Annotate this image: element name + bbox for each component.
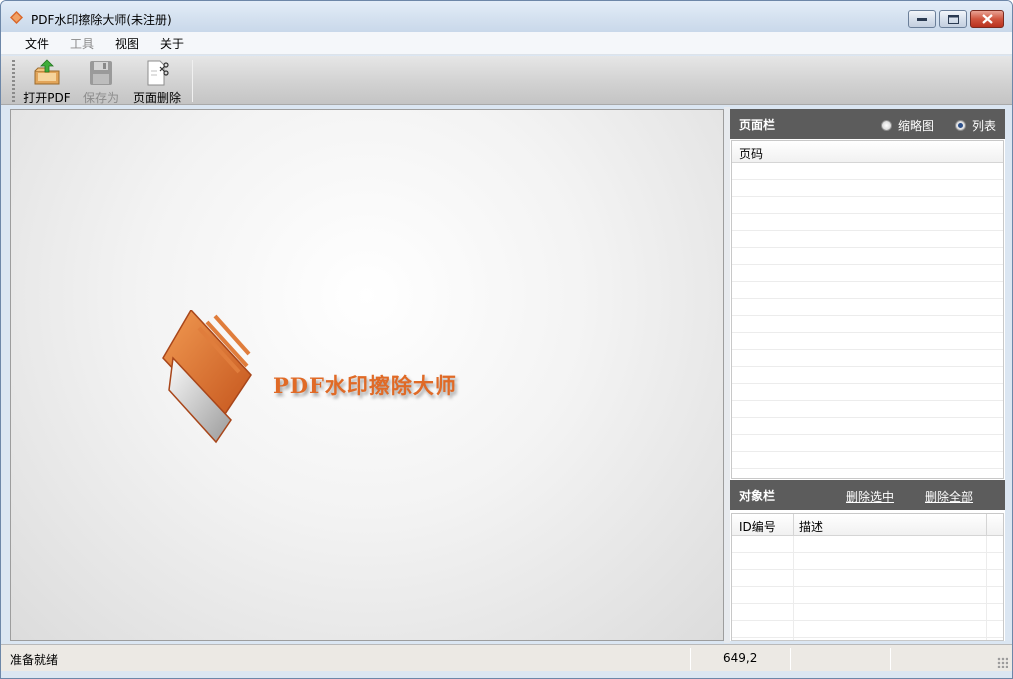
menu-bar: 文件 工具 视图 关于	[1, 32, 1012, 55]
menu-tools[interactable]: 工具	[70, 35, 94, 52]
object-list-header: ID编号 描述	[732, 514, 1003, 536]
maximize-button[interactable]	[939, 10, 967, 28]
resize-grip-icon[interactable]	[997, 657, 1008, 668]
open-pdf-label: 打开PDF	[23, 91, 71, 105]
app-window: PDF水印擦除大师(未注册) 文件 工具 视图 关于 打开PDF 保存为 页面删…	[0, 0, 1013, 679]
delete-selected-link[interactable]: 删除选中	[846, 488, 894, 505]
delete-all-link[interactable]: 删除全部	[925, 488, 973, 505]
column-page-number[interactable]: 页码	[739, 145, 763, 162]
logo-text: PDF水印擦除大师	[273, 373, 457, 398]
radio-checked-icon	[955, 120, 966, 131]
status-bar: 准备就绪 649,2	[1, 644, 1012, 671]
column-id[interactable]: ID编号	[739, 518, 776, 535]
column-description[interactable]: 描述	[799, 518, 823, 535]
page-list-header: 页码	[732, 141, 1003, 163]
document-canvas[interactable]: PDF水印擦除大师	[10, 109, 724, 641]
open-folder-icon	[34, 59, 60, 85]
object-panel-header: 对象栏 删除选中 删除全部	[730, 480, 1005, 510]
list-view-radio[interactable]: 列表	[955, 117, 996, 134]
toolbar-grip[interactable]	[12, 60, 15, 102]
toolbar: 打开PDF 保存为 页面删除	[1, 56, 1012, 105]
delete-page-icon	[147, 60, 169, 86]
thumbnail-view-radio[interactable]: 缩略图	[881, 117, 934, 134]
delete-page-button[interactable]: 页面删除	[129, 58, 185, 105]
open-pdf-button[interactable]: 打开PDF	[21, 58, 73, 105]
status-message: 准备就绪	[10, 653, 59, 667]
close-icon	[981, 14, 993, 24]
toolbar-separator	[192, 60, 193, 102]
object-list[interactable]: ID编号 描述	[731, 513, 1004, 641]
radio-unchecked-icon	[881, 120, 892, 131]
page-panel-title: 页面栏	[739, 118, 776, 132]
list-view-label: 列表	[972, 119, 997, 133]
minimize-icon	[917, 18, 927, 21]
app-logo-icon	[10, 11, 23, 24]
maximize-icon	[947, 14, 959, 24]
menu-about[interactable]: 关于	[160, 35, 184, 52]
page-list[interactable]: 页码	[731, 140, 1004, 479]
title-bar: PDF水印擦除大师(未注册)	[1, 1, 1012, 32]
minimize-button[interactable]	[908, 10, 936, 28]
delete-page-label: 页面删除	[132, 91, 181, 105]
thumbnail-view-label: 缩略图	[898, 119, 935, 133]
window-title: PDF水印擦除大师(未注册)	[31, 13, 172, 27]
save-as-button[interactable]: 保存为	[79, 58, 123, 105]
right-panel: 页面栏 缩略图 列表 页码 对象栏 删除选中 删除全部 ID编号 描述	[730, 109, 1005, 641]
page-panel-header: 页面栏 缩略图 列表	[730, 109, 1005, 139]
menu-view[interactable]: 视图	[115, 35, 139, 52]
menu-file[interactable]: 文件	[25, 35, 49, 52]
close-button[interactable]	[970, 10, 1004, 28]
cursor-coordinates: 649,2	[723, 651, 758, 665]
save-disk-icon	[90, 61, 112, 85]
save-as-label: 保存为	[82, 91, 119, 105]
object-panel-title: 对象栏	[739, 489, 776, 503]
